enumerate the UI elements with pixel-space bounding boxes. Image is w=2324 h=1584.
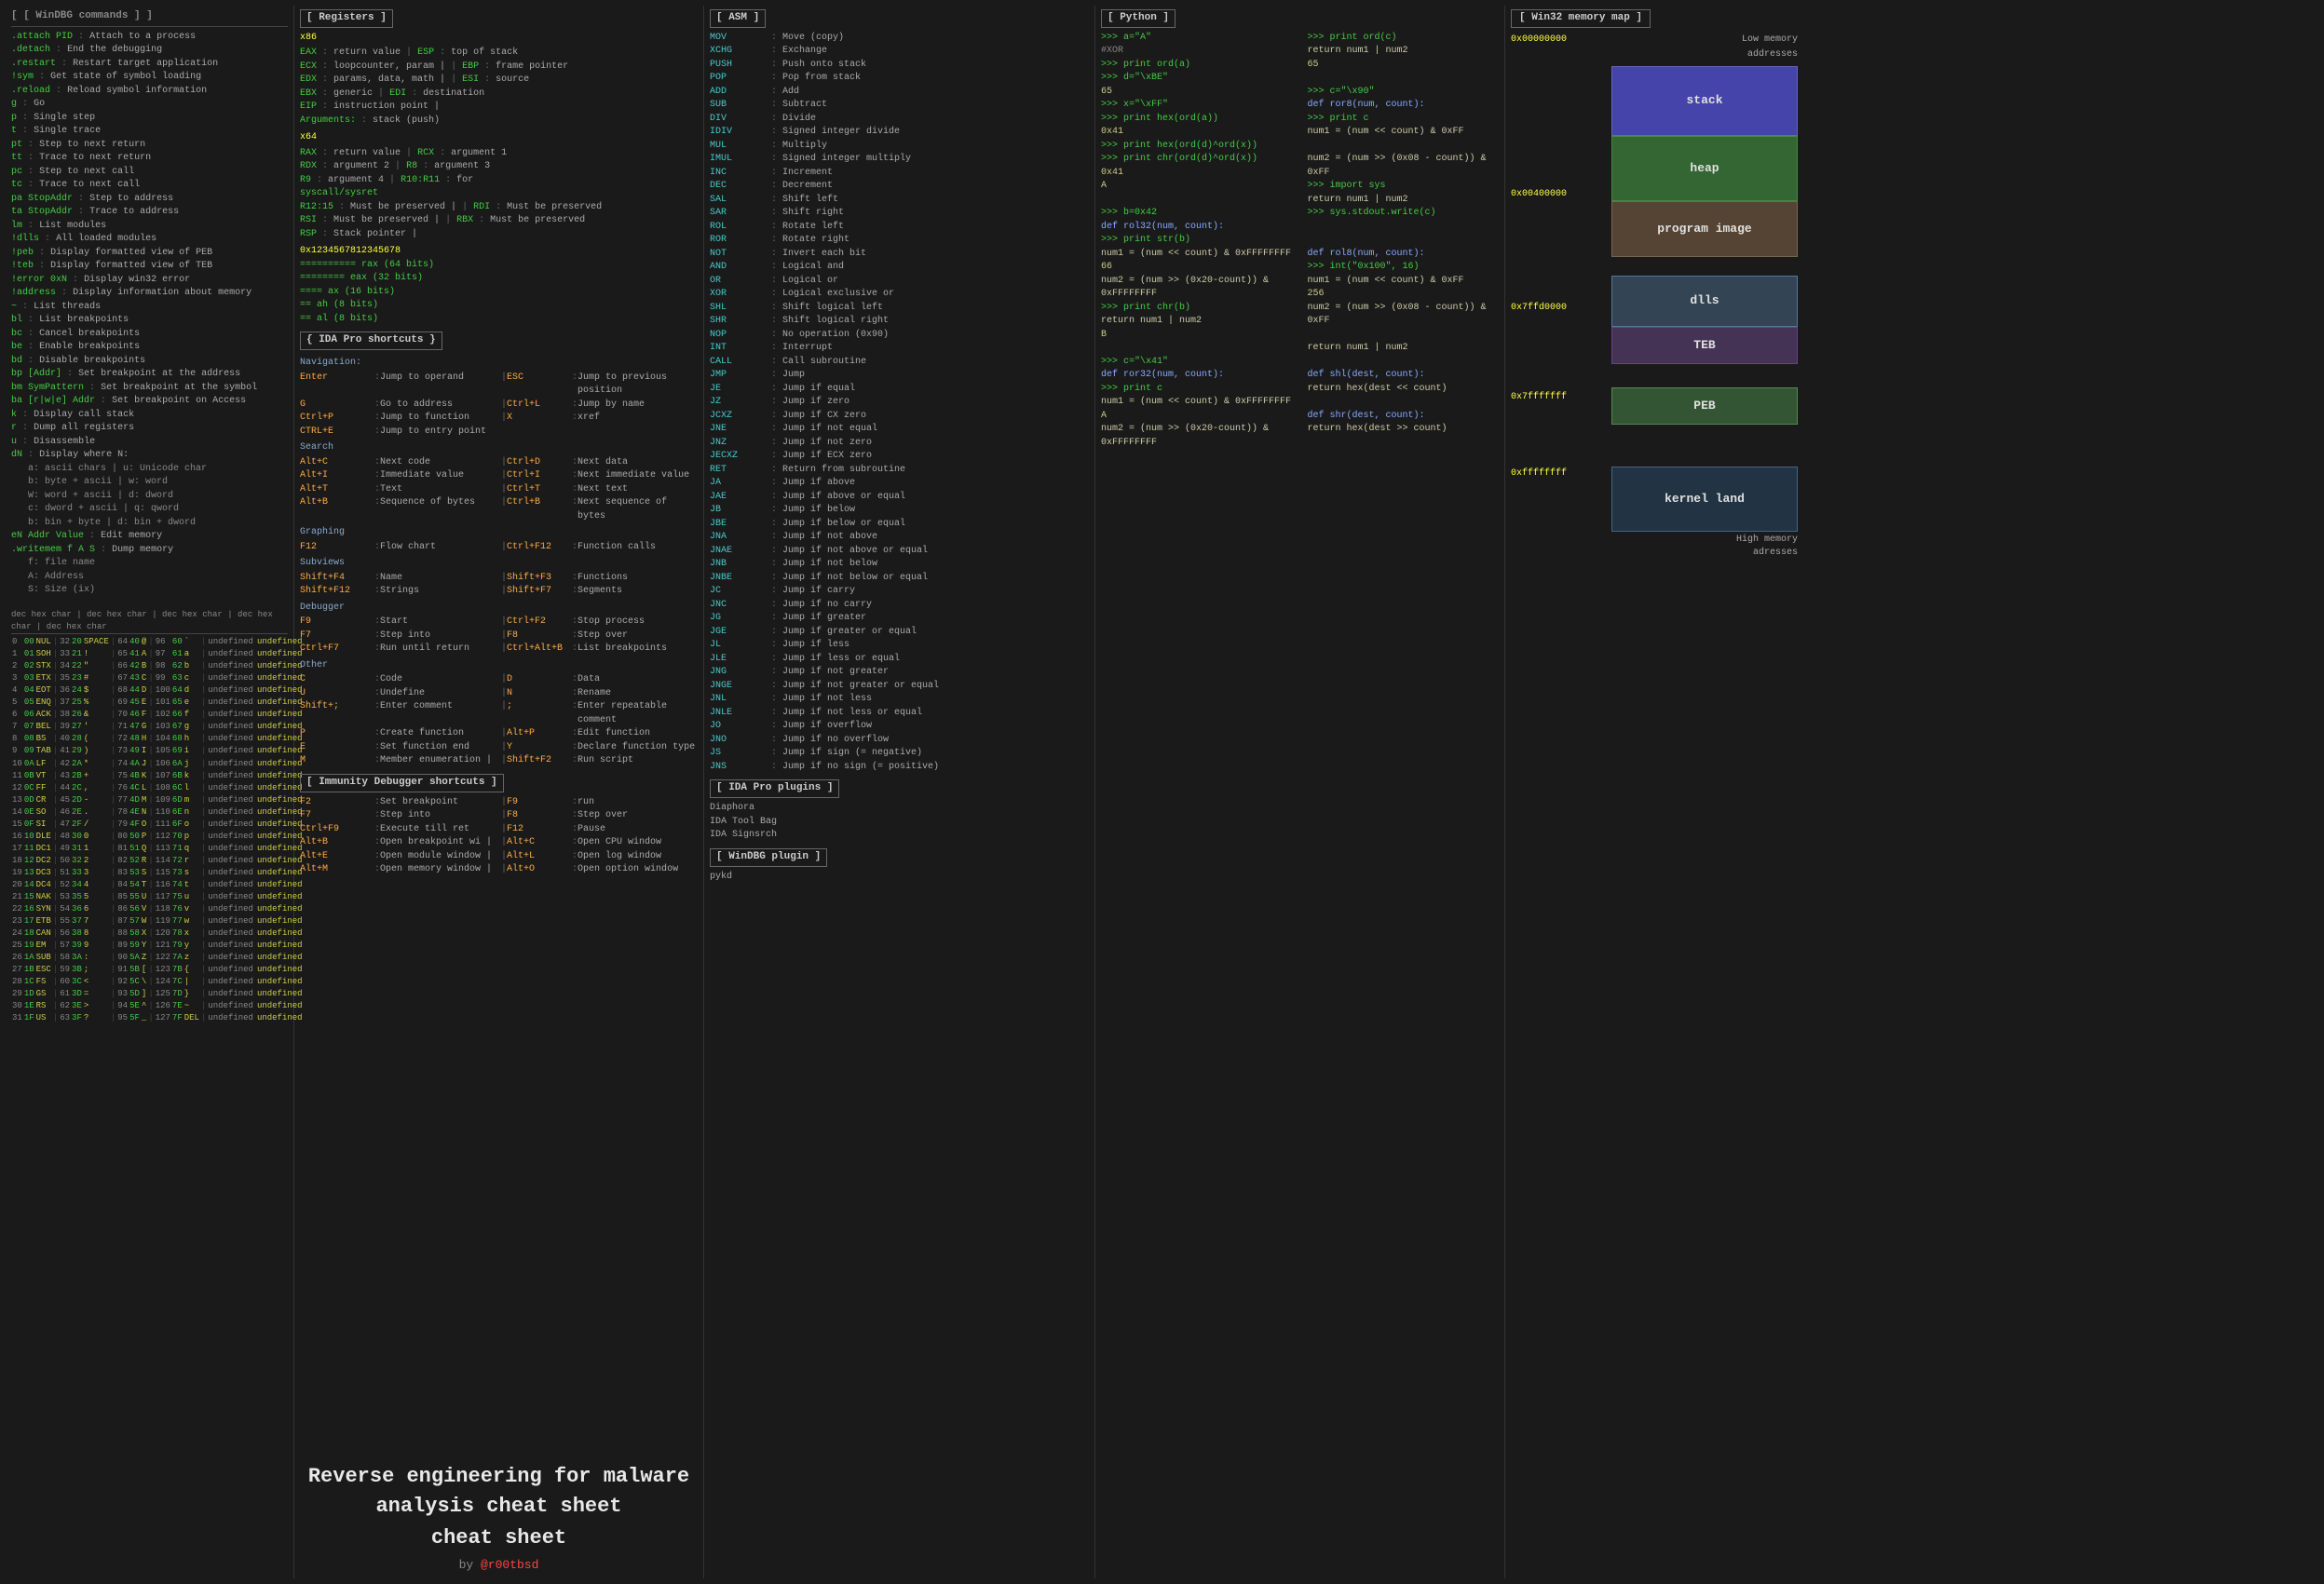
registers-section: [ Registers ]x86EAX : return value | ESP…	[300, 9, 698, 326]
by-line: by @r00tbsd	[300, 1557, 698, 1575]
windbg-section: [ [ WinDBG commands ] ] .attach PID : At…	[11, 9, 288, 598]
windbg-commands-list: .attach PID : Attach to a process.detach…	[11, 31, 288, 598]
col-registers: [ Registers ]x86EAX : return value | ESP…	[294, 6, 704, 1578]
python-section: [ Python ]>>> a="A"#XOR>>> print ord(a)>…	[1101, 9, 1499, 450]
immunity-section: [ Immunity Debugger shortcuts ]F2 : Set …	[300, 768, 698, 877]
col-python: [ Python ]>>> a="A"#XOR>>> print ord(a)>…	[1095, 6, 1505, 1578]
hex-table: dec hex char | dec hex char | dec hex ch…	[11, 609, 288, 1025]
memmap-section: [ Win32 memory map ]0x000000000x00400000…	[1511, 9, 2313, 561]
hex-table-section: dec hex char | dec hex char | dec hex ch…	[11, 609, 288, 1025]
col-asm: [ ASM ]MOV : Move (copy)XCHG : ExchangeP…	[704, 6, 1095, 1578]
page-container: [ [ WinDBG commands ] ] .attach PID : At…	[0, 0, 2324, 1584]
author-handle: @r00tbsd	[481, 1558, 538, 1572]
main-title: Reverse engineering for malware analysis…	[300, 1462, 698, 1522]
sub-title: cheat sheet	[300, 1523, 698, 1553]
windbg-header: [ [ WinDBG commands ] ]	[11, 9, 288, 27]
asm-section: [ ASM ]MOV : Move (copy)XCHG : ExchangeP…	[710, 9, 1089, 884]
col-windbg: [ [ WinDBG commands ] ] .attach PID : At…	[6, 6, 294, 1578]
col-memmap: [ Win32 memory map ]0x000000000x00400000…	[1505, 6, 2318, 1578]
ida-section: { IDA Pro shortcuts }Navigation:Enter : …	[300, 326, 698, 767]
